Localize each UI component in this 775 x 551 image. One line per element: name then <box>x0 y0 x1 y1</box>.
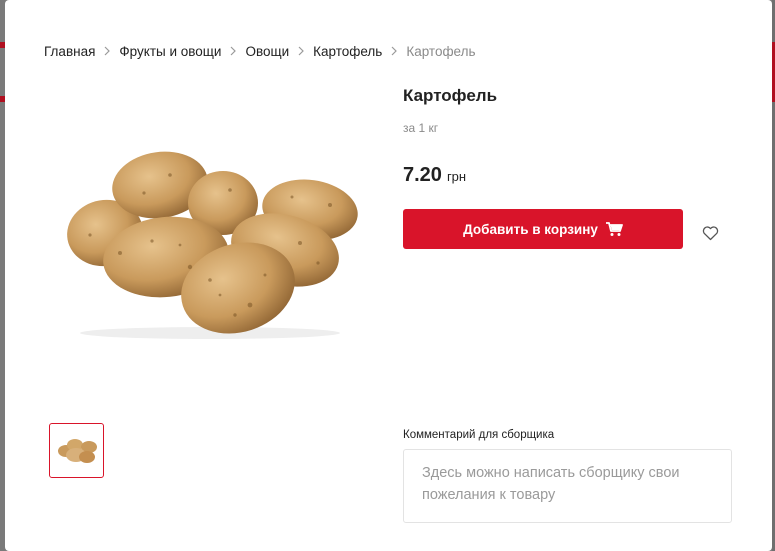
breadcrumb-item-potatoes[interactable]: Картофель <box>313 44 382 59</box>
add-to-cart-label: Добавить в корзину <box>463 221 598 237</box>
heart-icon <box>702 225 718 240</box>
add-to-cart-button[interactable]: Добавить в корзину <box>403 209 683 249</box>
chevron-right-icon <box>382 45 406 59</box>
breadcrumb-item-home[interactable]: Главная <box>44 44 95 59</box>
product-price: 7.20 грн <box>403 164 466 187</box>
product-title: Картофель <box>403 86 498 105</box>
chevron-right-icon <box>221 45 245 59</box>
chevron-right-icon <box>95 45 119 59</box>
potatoes-image <box>67 151 358 339</box>
breadcrumb: Главная Фрукты и овощи Овощи Картофель К… <box>44 44 476 59</box>
breadcrumb-current: Картофель <box>406 44 476 59</box>
product-unit: за 1 кг <box>403 121 439 135</box>
chevron-right-icon <box>289 45 313 59</box>
favorite-button[interactable] <box>699 222 721 244</box>
price-amount: 7.20 <box>403 164 442 186</box>
breadcrumb-item-vegetables[interactable]: Овощи <box>245 44 289 59</box>
price-currency: грн <box>446 169 467 184</box>
breadcrumb-item-fruits-vegetables[interactable]: Фрукты и овощи <box>119 44 221 59</box>
product-modal: Главная Фрукты и овощи Овощи Картофель К… <box>5 0 772 551</box>
product-image <box>60 145 360 340</box>
cart-icon <box>605 221 623 237</box>
potatoes-thumbnail-image <box>57 438 97 463</box>
product-thumbnail[interactable] <box>49 423 104 478</box>
comment-label: Комментарий для сборщика <box>403 429 555 441</box>
comment-input[interactable] <box>403 449 732 523</box>
